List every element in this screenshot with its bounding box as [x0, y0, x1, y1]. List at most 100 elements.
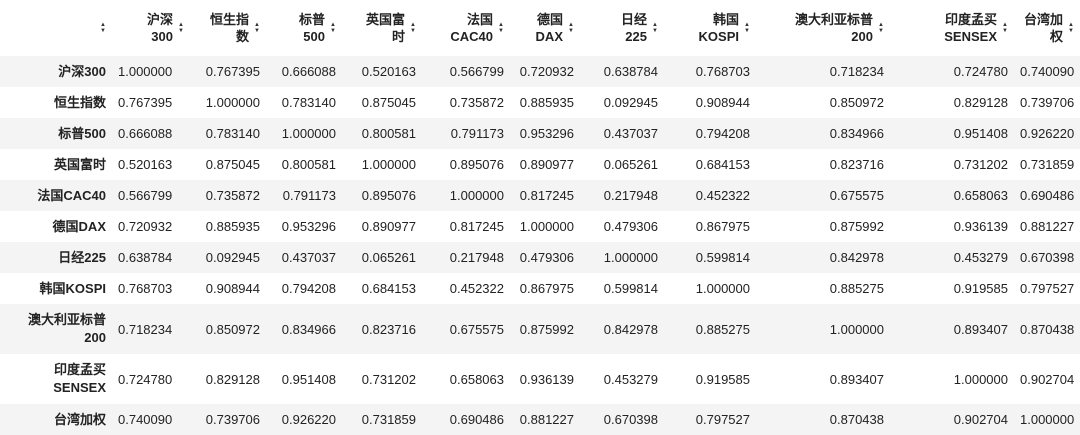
row-label: 沪深300 — [0, 56, 112, 87]
table-cell: 0.881227 — [1020, 219, 1075, 234]
table-row: 德国DAX 0.720932 0.885935 0.953296 0.890977 0.8… — [0, 211, 1080, 242]
table-cell: 0.926220 — [281, 412, 336, 427]
row-label: 恒生指数 — [0, 87, 112, 118]
row-label-line1: 印度孟买 — [53, 362, 106, 377]
table-cell: 0.908944 — [695, 95, 750, 110]
table-cell: 0.658063 — [953, 188, 1008, 203]
table-cell: 0.895076 — [361, 188, 416, 203]
row-label-line1: 德国DAX — [52, 218, 106, 234]
table-cell: 0.951408 — [953, 126, 1008, 141]
table-cell: 0.675575 — [449, 321, 504, 337]
table-row: 印度孟买 SENSEX 0.724780 0.829128 0.951408 0.7312… — [0, 354, 1080, 404]
table-cell: 0.520163 — [118, 157, 173, 172]
table-header: ▲ ▼ 沪深 300 ▲ ▼ 恒生指数 ▲ ▼ 标普 500 ▲ ▼ 英国富时 ▲ ▼ 法国 CAC40… — [0, 0, 1080, 56]
table-cell: 0.867975 — [519, 281, 574, 296]
table-cell: 0.718234 — [118, 321, 173, 337]
sort-icon[interactable]: ▲ ▼ — [1066, 22, 1074, 34]
table-cell: 0.566799 — [449, 64, 504, 79]
table-cell: 0.885275 — [695, 321, 750, 337]
table-cell: 0.951408 — [281, 371, 336, 387]
sort-icon[interactable]: ▲ ▼ — [566, 22, 574, 34]
table-cell: 0.895076 — [449, 157, 504, 172]
table-cell: 0.670398 — [1020, 250, 1075, 265]
table-cell: 0.834966 — [829, 126, 884, 141]
table-cell: 0.566799 — [118, 188, 173, 203]
table-cell: 0.452322 — [449, 281, 504, 296]
sort-icon[interactable]: ▲ ▼ — [328, 22, 336, 34]
sort-icon[interactable]: ▲ ▼ — [176, 22, 184, 34]
table-cell: 0.658063 — [449, 371, 504, 387]
sort-icon[interactable]: ▲ ▼ — [650, 22, 658, 34]
table-cell: 0.829128 — [205, 371, 260, 387]
column-header-4[interactable]: 法国 CAC40 ▲ ▼ — [422, 0, 510, 56]
table-cell: 0.638784 — [603, 64, 658, 79]
sort-icon[interactable]: ▲ ▼ — [1000, 22, 1008, 34]
table-cell: 0.731859 — [1020, 157, 1075, 172]
table-cell: 0.794208 — [695, 126, 750, 141]
table-cell: 0.768703 — [695, 64, 750, 79]
row-label: 台湾加权 — [0, 404, 112, 435]
table-cell: 0.817245 — [519, 188, 574, 203]
sort-icon[interactable]: ▲ ▼ — [408, 22, 416, 34]
column-header-6[interactable]: 日经 225 ▲ ▼ — [580, 0, 664, 56]
column-header-9[interactable]: 印度孟买 SENSEX ▲ ▼ — [890, 0, 1014, 56]
table-cell: 0.829128 — [953, 95, 1008, 110]
row-label: 德国DAX — [0, 211, 112, 242]
sort-icon[interactable]: ▲ ▼ — [98, 22, 106, 34]
table-cell: 0.783140 — [281, 95, 336, 110]
table-cell: 0.720932 — [519, 64, 574, 79]
table-cell: 0.718234 — [829, 64, 884, 79]
table-cell: 1.000000 — [603, 250, 658, 265]
row-label: 标普500 — [0, 118, 112, 149]
table-cell: 0.638784 — [118, 250, 173, 265]
column-header-7[interactable]: 韩国 KOSPI ▲ ▼ — [664, 0, 756, 56]
row-label-line1: 英国富时 — [53, 156, 106, 172]
table-cell: 0.890977 — [519, 157, 574, 172]
table-row: 日经225 0.638784 0.092945 0.437037 0.065261 0.2… — [0, 242, 1080, 273]
table-cell: 0.885935 — [519, 95, 574, 110]
table-cell: 0.919585 — [953, 281, 1008, 296]
table-cell: 0.800581 — [361, 126, 416, 141]
table-cell: 0.217948 — [449, 250, 504, 265]
row-label-line2: 200 — [84, 330, 106, 345]
table-cell: 0.731202 — [953, 157, 1008, 172]
column-header-10[interactable]: 台湾加权 ▲ ▼ — [1014, 0, 1080, 56]
table-row: 恒生指数 0.767395 1.000000 0.783140 0.875045 0.73… — [0, 87, 1080, 118]
table-cell: 0.735872 — [205, 188, 260, 203]
table-cell: 0.479306 — [603, 219, 658, 234]
table-cell: 0.666088 — [118, 126, 173, 141]
row-label-line1: 韩国KOSPI — [39, 280, 106, 296]
sort-icon[interactable]: ▲ ▼ — [876, 22, 884, 34]
table-cell: 0.740090 — [1020, 64, 1075, 79]
table-cell: 0.437037 — [281, 250, 336, 265]
table-cell: 1.000000 — [449, 188, 504, 203]
column-header-2[interactable]: 标普 500 ▲ ▼ — [266, 0, 342, 56]
table-cell: 0.217948 — [603, 188, 658, 203]
table-cell: 0.767395 — [205, 64, 260, 79]
table-cell: 0.885935 — [205, 219, 260, 234]
correlation-table: ▲ ▼ 沪深 300 ▲ ▼ 恒生指数 ▲ ▼ 标普 500 ▲ ▼ 英国富时 ▲ ▼ 法国 CAC40… — [0, 0, 1080, 435]
column-header-8[interactable]: 澳大利亚标普 200 ▲ ▼ — [756, 0, 890, 56]
table-cell: 0.791173 — [450, 126, 504, 141]
sort-icon[interactable]: ▲ ▼ — [742, 22, 750, 34]
column-header-3[interactable]: 英国富时 ▲ ▼ — [342, 0, 422, 56]
sort-icon[interactable]: ▲ ▼ — [252, 22, 260, 34]
column-header-5[interactable]: 德国 DAX ▲ ▼ — [510, 0, 580, 56]
column-header-0[interactable]: 沪深 300 ▲ ▼ — [112, 0, 190, 56]
table-cell: 0.690486 — [449, 412, 504, 427]
sort-icon[interactable]: ▲ ▼ — [496, 22, 504, 34]
table-cell: 0.791173 — [282, 188, 336, 203]
column-header-1[interactable]: 恒生指数 ▲ ▼ — [190, 0, 266, 56]
table-cell: 0.823716 — [829, 157, 884, 172]
table-cell: 0.670398 — [603, 412, 658, 427]
row-label-line1: 台湾加权 — [53, 411, 106, 427]
table-cell: 0.452322 — [695, 188, 750, 203]
table-cell: 1.000000 — [118, 64, 173, 79]
header-row: ▲ ▼ 沪深 300 ▲ ▼ 恒生指数 ▲ ▼ 标普 500 ▲ ▼ 英国富时 ▲ ▼ 法国 CAC40… — [0, 0, 1080, 56]
table-cell: 0.902704 — [953, 412, 1008, 427]
table-cell: 0.479306 — [519, 250, 574, 265]
table-cell: 0.797527 — [1020, 281, 1075, 296]
index-column-header[interactable]: ▲ ▼ — [0, 0, 112, 56]
table-cell: 0.823716 — [361, 321, 416, 337]
table-row: 英国富时 0.520163 0.875045 0.800581 1.000000 0.89… — [0, 149, 1080, 180]
